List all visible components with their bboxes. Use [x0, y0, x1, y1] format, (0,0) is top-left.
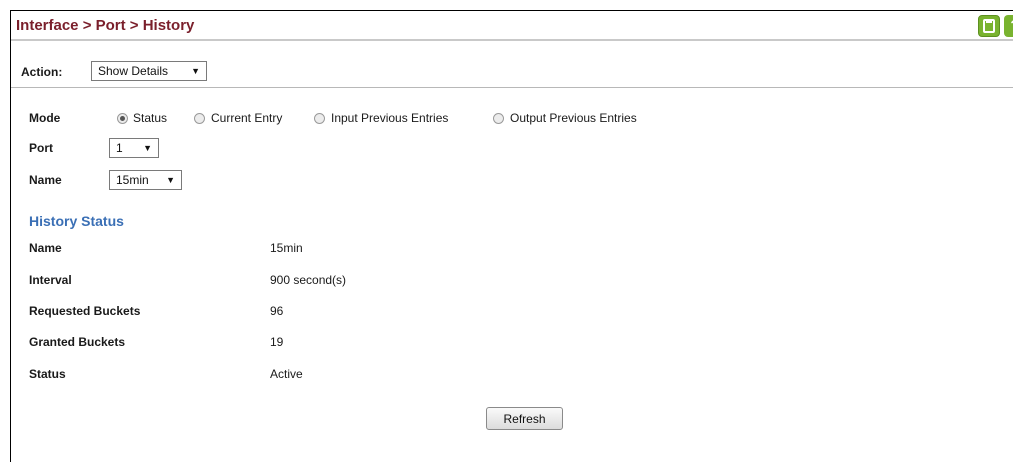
status-row-value: 15min — [270, 241, 303, 255]
mode-label: Mode — [29, 111, 61, 125]
status-row-value: Active — [270, 367, 303, 381]
help-icon[interactable]: ? — [1004, 15, 1013, 37]
history-status-title: History Status — [29, 213, 124, 229]
breadcrumb: Interface > Port > History — [16, 17, 195, 34]
action-label: Action: — [21, 65, 63, 79]
action-select-value: Show Details — [98, 64, 169, 78]
mode-radio-output-previous[interactable] — [493, 113, 504, 124]
mode-option-input-previous[interactable]: Input Previous Entries — [331, 111, 448, 125]
status-row-label: Granted Buckets — [29, 335, 126, 349]
dropdown-arrow-icon: ▼ — [166, 175, 175, 185]
title-bar: Interface > Port > History ? — [11, 11, 1013, 41]
status-row-label: Name — [29, 241, 62, 255]
mode-radio-current-entry[interactable] — [194, 113, 205, 124]
dropdown-arrow-icon: ▼ — [143, 143, 152, 153]
status-row-value: 19 — [270, 335, 284, 349]
status-row-value: 900 second(s) — [270, 273, 347, 287]
page-frame: Interface > Port > History ? Action: Sho… — [10, 10, 1013, 462]
action-row: Action: Show Details ▼ — [11, 57, 1013, 88]
mode-option-status[interactable]: Status — [133, 111, 167, 125]
mode-option-current-entry[interactable]: Current Entry — [211, 111, 282, 125]
port-select-value: 1 — [116, 141, 123, 155]
dropdown-arrow-icon: ▼ — [191, 66, 200, 76]
status-row-label: Requested Buckets — [29, 304, 141, 318]
mode-radio-input-previous[interactable] — [314, 113, 325, 124]
refresh-button[interactable]: Refresh — [486, 407, 563, 430]
status-row-label: Interval — [29, 273, 72, 287]
status-row-label: Status — [29, 367, 66, 381]
mode-option-output-previous[interactable]: Output Previous Entries — [510, 111, 637, 125]
port-label: Port — [29, 141, 53, 155]
save-icon[interactable] — [978, 15, 1000, 37]
mode-radio-status[interactable] — [117, 113, 128, 124]
status-row-value: 96 — [270, 304, 284, 318]
action-select[interactable]: Show Details ▼ — [91, 61, 207, 81]
port-select[interactable]: 1 ▼ — [109, 138, 159, 158]
name-select[interactable]: 15min ▼ — [109, 170, 182, 190]
name-select-value: 15min — [116, 173, 149, 187]
name-label: Name — [29, 173, 62, 187]
